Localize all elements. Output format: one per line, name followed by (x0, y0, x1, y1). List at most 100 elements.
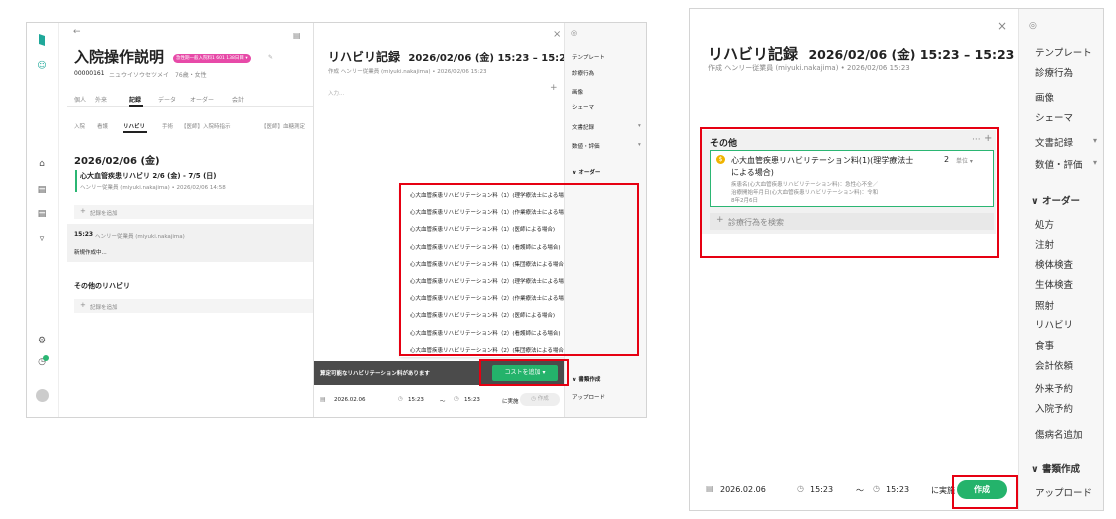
order-item[interactable]: 生体検査 (1035, 277, 1073, 291)
close-icon-right[interactable]: × (997, 19, 1007, 33)
create-highlight (952, 475, 1018, 509)
admission-badge[interactable]: 急性期一般入院料1 601 138日目 ▾ (173, 54, 251, 63)
time-from-right[interactable]: 15:23 (810, 485, 833, 494)
add-record-row-2[interactable]: + 記録を追加 (74, 299, 314, 313)
upload-item-right[interactable]: アップロード (1035, 485, 1092, 499)
menu-item[interactable]: テンプレート (1035, 45, 1092, 59)
add-icon-2: + (80, 301, 86, 309)
subtab-2[interactable]: リハビリ (123, 122, 145, 130)
tab-0[interactable]: 個人 (74, 95, 86, 104)
modal-title: リハビリ記録 2026/02/06 (金) 15:23 – 15:23 (328, 50, 574, 64)
patient-age: 76歳・女性 (175, 72, 207, 79)
time-to-right[interactable]: 15:23 (886, 485, 909, 494)
menu-item[interactable]: 画像 (1035, 90, 1054, 104)
active-subtab-underline (123, 131, 147, 133)
note-add-icon[interactable]: + (550, 83, 558, 93)
collapse-icon[interactable]: ◎ (571, 29, 577, 37)
clock-icon: ◷ (398, 396, 403, 402)
time-from-field[interactable]: 15:23 (408, 397, 424, 403)
menu-item[interactable]: 数値・評価 (572, 142, 600, 150)
clock-icon-right-2: ◷ (873, 484, 880, 493)
subtab-0[interactable]: 入院 (74, 122, 85, 130)
active-tab-underline (129, 105, 143, 107)
note-input[interactable]: 入力... (328, 89, 344, 97)
section-highlight (700, 127, 999, 258)
modal-meta: 作成 ヘンリー従業員 (miyuki.nakajima) • 2026/02/0… (328, 69, 487, 75)
patients-icon[interactable]: ☺ (37, 61, 47, 71)
subtab-3[interactable]: 手術 (162, 122, 173, 130)
edit-icon[interactable]: ✎ (268, 54, 273, 61)
add-record-row[interactable]: + 記録を追加 (74, 205, 314, 219)
document-icon[interactable]: ▤ (37, 209, 47, 219)
right-screenshot: × リハビリ記録 2026/02/06 (金) 15:23 – 15:23 作成… (689, 8, 1104, 511)
entry-title[interactable]: 心大血管疾患リハビリ 2/6 (金) - 7/5 (日) (80, 171, 216, 181)
clock-icon-2: ◷ (454, 396, 459, 402)
current-record[interactable]: 15:23 ヘンリー従業員 (miyuki.nakajima) 新規作成中... (67, 224, 315, 262)
left-screenshot: ☺ ⌂ ▤ ▤ ▿ ⚙ ◷ ← ▤ 入院操作説明 急性期一般入院料1 601 1… (26, 22, 647, 418)
tab-1[interactable]: 外来 (95, 95, 107, 104)
doc-record-chevron-right[interactable]: ▾ (1093, 136, 1097, 145)
menu-item[interactable]: 文書記録 (1035, 135, 1073, 149)
menu-item[interactable]: 数値・評価 (1035, 157, 1083, 171)
order-item[interactable]: 外来予約 (1035, 381, 1073, 395)
eval-chevron-right[interactable]: ▾ (1093, 158, 1097, 167)
menu-item[interactable]: テンプレート (572, 53, 605, 61)
record-time: 15:23 (74, 231, 94, 238)
tab-4[interactable]: オーダー (190, 95, 214, 104)
doc-heading-right[interactable]: ∨ 書類作成 (1031, 461, 1080, 475)
app-sidebar: ☺ ⌂ ▤ ▤ ▿ ⚙ ◷ (27, 23, 59, 417)
doc-heading-label: 書類作成 (578, 377, 601, 383)
order-item[interactable]: リハビリ (1035, 317, 1073, 331)
date-field[interactable]: 2026.02.06 (334, 397, 366, 403)
home-icon[interactable]: ⌂ (37, 159, 47, 169)
modal-meta-right: 作成 ヘンリー従業員 (miyuki.nakajima) • 2026/02/0… (708, 64, 910, 72)
order-item[interactable]: 注射 (1035, 237, 1054, 251)
order-item[interactable]: 処方 (1035, 217, 1054, 231)
add-record-label: 記録を追加 (90, 211, 118, 217)
create-button-disabled[interactable]: ◷ 作成 (520, 393, 560, 406)
avatar[interactable] (36, 389, 49, 402)
doc-heading[interactable]: ∨ 書類作成 (572, 375, 600, 383)
order-heading-right[interactable]: ∨ オーダー (1031, 193, 1080, 207)
order-heading[interactable]: ∨ オーダー (572, 168, 600, 176)
app-logo-icon (39, 34, 45, 46)
menu-item[interactable]: 文書記録 (572, 123, 594, 131)
menu-item[interactable]: 画像 (572, 88, 583, 96)
time-to-field[interactable]: 15:23 (464, 397, 480, 403)
suggestion-highlight (399, 183, 639, 356)
close-icon[interactable]: × (553, 29, 561, 40)
tab-2[interactable]: 記録 (129, 95, 141, 104)
order-item[interactable]: 傷病名追加 (1035, 427, 1083, 441)
bell-icon[interactable]: ▿ (37, 234, 47, 244)
print-icon[interactable]: ▤ (293, 31, 301, 40)
upload-item[interactable]: アップロード (572, 393, 605, 401)
clock-icon-right: ◷ (797, 484, 804, 493)
order-item[interactable]: 照射 (1035, 298, 1054, 312)
back-icon[interactable]: ← (73, 27, 81, 37)
tab-5[interactable]: 会計 (232, 95, 244, 104)
notification-dot (43, 355, 49, 361)
date-heading: 2026/02/06 (金) (74, 156, 160, 167)
menu-item[interactable]: 診療行為 (572, 69, 594, 77)
doc-record-chevron[interactable]: ▾ (638, 123, 641, 129)
order-heading-label: オーダー (1042, 196, 1081, 207)
tab-3[interactable]: データ (158, 95, 176, 104)
order-item[interactable]: 検体検査 (1035, 257, 1073, 271)
collapse-icon-right[interactable]: ◎ (1029, 21, 1037, 31)
order-item[interactable]: 入院予約 (1035, 401, 1073, 415)
eval-chevron[interactable]: ▾ (638, 142, 641, 148)
date-field-right[interactable]: 2026.02.06 (720, 485, 766, 494)
order-heading-label: オーダー (578, 170, 601, 176)
subtab-5[interactable]: 【医師】血糖測定 (261, 122, 305, 130)
bed-icon[interactable]: ▤ (37, 185, 47, 195)
menu-item[interactable]: シェーマ (1035, 110, 1073, 124)
modal-title-right: リハビリ記録 2026/02/06 (金) 15:23 – 15:23 (708, 45, 1015, 63)
order-item[interactable]: 会計依頼 (1035, 358, 1073, 372)
order-item[interactable]: 食事 (1035, 338, 1054, 352)
menu-item[interactable]: 診療行為 (1035, 65, 1073, 79)
menu-item[interactable]: シェーマ (572, 103, 594, 111)
subtab-1[interactable]: 看護 (97, 122, 108, 130)
settings-icon[interactable]: ⚙ (37, 336, 47, 346)
patient-kana: ニュウイソウセツメイ (109, 72, 170, 79)
subtab-4[interactable]: 【医師】入院時指示 (181, 122, 231, 130)
